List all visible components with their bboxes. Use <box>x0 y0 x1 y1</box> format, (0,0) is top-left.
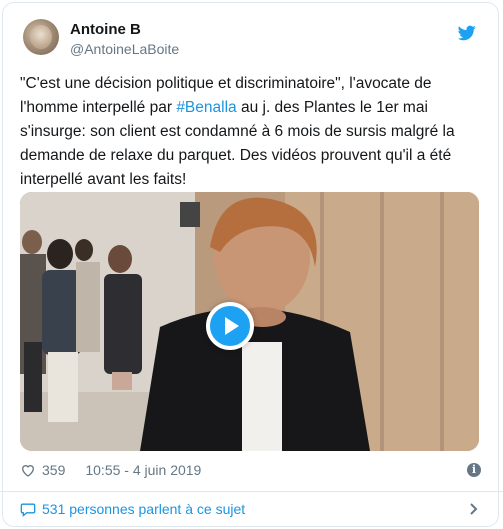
heart-icon[interactable] <box>20 462 36 478</box>
play-icon[interactable] <box>206 302 254 350</box>
like-count[interactable]: 359 <box>42 462 65 478</box>
author-handle[interactable]: @AntoineLaBoite <box>70 41 179 57</box>
avatar-image <box>30 25 52 49</box>
tweet-text: "C'est une décision politique et discrim… <box>20 72 480 192</box>
hashtag-link[interactable]: #Benalla <box>176 99 236 116</box>
twitter-bird-icon[interactable] <box>458 25 476 41</box>
info-icon[interactable]: i <box>467 463 481 477</box>
avatar[interactable] <box>23 19 59 55</box>
speech-bubble-icon <box>20 503 36 517</box>
conversation-link[interactable]: 531 personnes parlent à ce sujet <box>20 501 245 517</box>
tweet-meta: 359 10:55 - 4 juin 2019 <box>20 462 201 478</box>
conversation-label[interactable]: 531 personnes parlent à ce sujet <box>42 501 245 517</box>
tweet-timestamp[interactable]: 10:55 - 4 juin 2019 <box>85 462 201 478</box>
author-name[interactable]: Antoine B <box>70 21 141 38</box>
chevron-right-icon[interactable] <box>465 501 481 517</box>
divider <box>0 491 503 492</box>
